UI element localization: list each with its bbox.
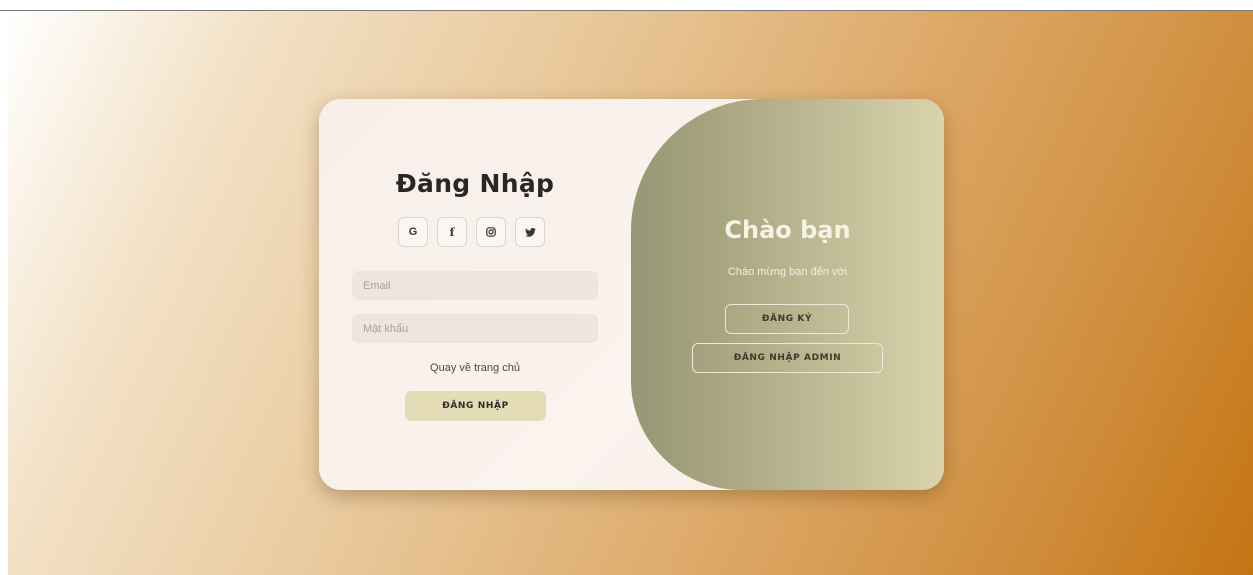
login-title: Đăng Nhập — [395, 169, 555, 198]
google-login-button[interactable]: G — [398, 217, 428, 247]
password-input[interactable] — [352, 314, 598, 343]
back-to-home-link[interactable]: Quay về trang chủ — [319, 362, 631, 374]
register-button[interactable]: ĐĂNG KÝ — [725, 304, 849, 334]
facebook-icon: f — [449, 225, 455, 239]
window-top-border — [0, 0, 1253, 11]
login-button[interactable]: ĐĂNG NHẬP — [405, 391, 546, 421]
email-input[interactable] — [352, 271, 598, 300]
twitter-icon — [524, 227, 536, 237]
welcome-panel: Chào bạn Chào mừng bạn đến với ĐĂNG KÝ Đ… — [631, 99, 944, 490]
facebook-login-button[interactable]: f — [437, 217, 467, 247]
auth-card: Đăng Nhập G f Quay về — [319, 99, 944, 490]
welcome-title: Chào bạn — [724, 216, 851, 244]
welcome-subtitle: Chào mừng bạn đến với — [727, 266, 848, 278]
google-icon: G — [408, 226, 418, 238]
instagram-login-button[interactable] — [476, 217, 506, 247]
admin-login-button[interactable]: ĐĂNG NHẬP ADMIN — [692, 343, 883, 373]
login-panel: Đăng Nhập G f Quay về — [319, 99, 631, 490]
social-login-group: G f — [398, 217, 545, 247]
instagram-icon — [486, 227, 496, 237]
twitter-login-button[interactable] — [515, 217, 545, 247]
